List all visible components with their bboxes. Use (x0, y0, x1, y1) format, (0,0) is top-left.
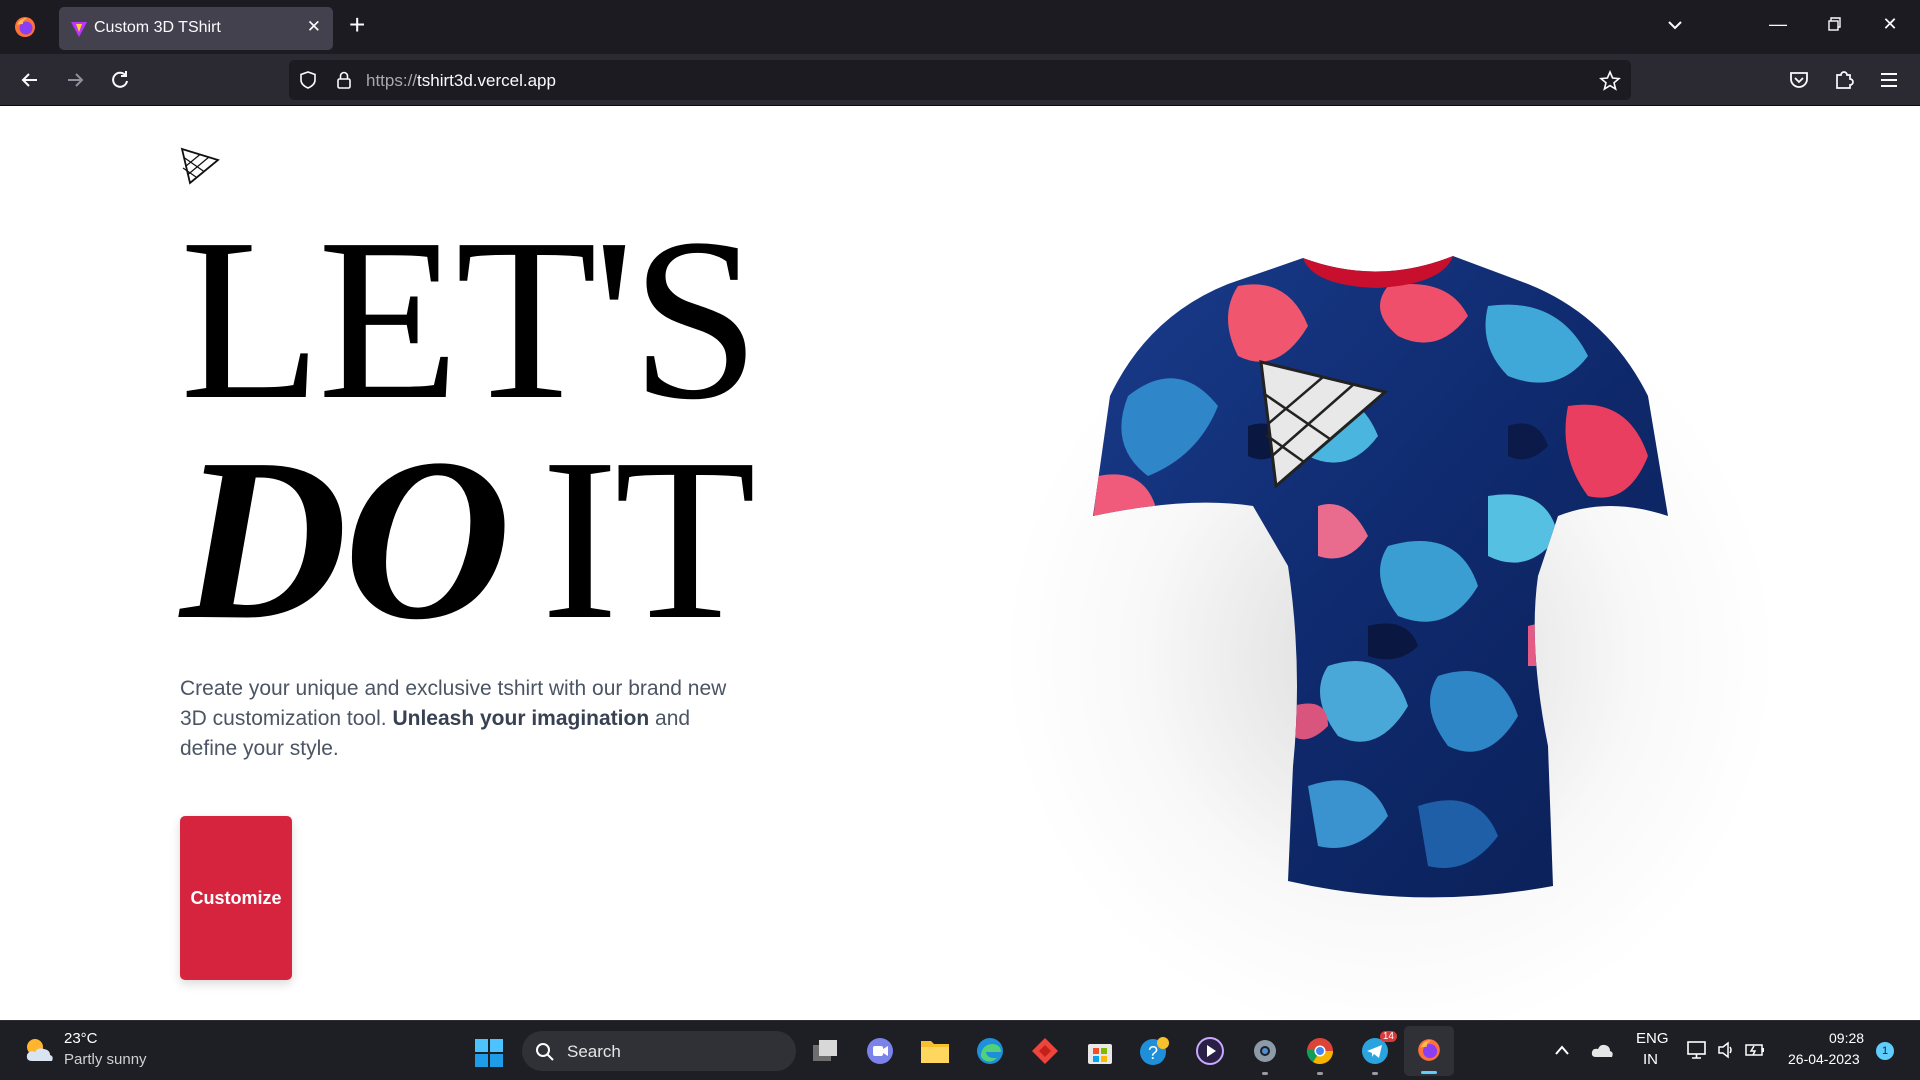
tab-bar: Custom 3D TShirt ✕ + — ✕ (0, 0, 1920, 54)
active-indicator (1421, 1071, 1437, 1074)
chrome-icon[interactable] (1302, 1033, 1338, 1075)
url-text[interactable]: https://tshirt3d.vercel.app (366, 71, 556, 91)
get-help-icon[interactable]: ? (1137, 1033, 1173, 1069)
headline-lets: LET'S (180, 191, 760, 448)
notification-count-badge[interactable]: 1 (1876, 1042, 1894, 1060)
windows-taskbar: 23°C Partly sunny Search ? 14 ENG IN 09:… (0, 1020, 1920, 1080)
search-icon (536, 1043, 554, 1061)
firefox-menu-icon[interactable] (13, 15, 37, 39)
headline-do: DO (180, 411, 511, 668)
edge-browser-icon[interactable] (972, 1033, 1008, 1069)
tab-close-icon[interactable]: ✕ (307, 17, 321, 37)
firefox-taskbar-button[interactable] (1404, 1026, 1454, 1076)
running-indicator (1262, 1072, 1268, 1075)
list-all-tabs-icon[interactable] (1664, 14, 1686, 36)
onedrive-cloud-icon[interactable] (1590, 1041, 1614, 1059)
anydesk-icon[interactable] (1027, 1033, 1063, 1069)
app-menu-icon[interactable] (1876, 67, 1902, 93)
weather-temperature[interactable]: 23°C (64, 1030, 98, 1047)
windows-start-icon[interactable] (474, 1038, 504, 1068)
url-bar[interactable]: https://tshirt3d.vercel.app (289, 60, 1631, 100)
vite-favicon-icon (71, 22, 87, 37)
settings-gear-icon[interactable] (1247, 1033, 1283, 1075)
lock-icon[interactable] (334, 70, 354, 90)
restore-icon[interactable] (1822, 12, 1846, 36)
customize-button[interactable]: Customize (180, 816, 292, 980)
tab-active[interactable]: Custom 3D TShirt ✕ (59, 7, 333, 50)
intro-paragraph: Create your unique and exclusive tshirt … (180, 677, 727, 760)
new-tab-button[interactable]: + (349, 10, 365, 40)
file-explorer-icon[interactable] (917, 1033, 953, 1069)
headline-it: IT (541, 411, 756, 668)
navigation-toolbar: https://tshirt3d.vercel.app (0, 54, 1920, 106)
clock-time[interactable]: 09:28 (1829, 1030, 1864, 1046)
minimize-icon[interactable]: — (1766, 12, 1790, 36)
bookmark-star-icon[interactable] (1599, 70, 1621, 92)
close-window-icon[interactable]: ✕ (1878, 12, 1902, 36)
back-icon[interactable] (15, 65, 45, 95)
pocket-icon[interactable] (1786, 67, 1812, 93)
extensions-icon[interactable] (1831, 67, 1857, 93)
tracking-protection-icon[interactable] (298, 70, 318, 90)
web-page: LET'S DO IT Create your unique and exclus… (0, 106, 1920, 1020)
media-player-icon[interactable] (1192, 1033, 1228, 1069)
teams-chat-icon[interactable] (862, 1033, 898, 1069)
task-view-icon[interactable] (808, 1033, 844, 1069)
tab-title: Custom 3D TShirt (94, 19, 221, 36)
microsoft-store-icon[interactable] (1082, 1033, 1118, 1069)
svg-text:?: ? (1148, 1043, 1158, 1063)
battery-charging-icon[interactable] (1744, 1040, 1766, 1060)
taskbar-search[interactable]: Search (522, 1031, 796, 1071)
telegram-icon[interactable]: 14 (1357, 1031, 1397, 1075)
running-indicator (1317, 1072, 1323, 1075)
search-label: Search (567, 1042, 621, 1061)
tshirt-3d-model[interactable] (1088, 246, 1668, 906)
running-indicator (1372, 1072, 1378, 1075)
network-icon[interactable] (1686, 1040, 1708, 1060)
weather-description[interactable]: Partly sunny (64, 1051, 147, 1068)
intro-emphasis: Unleash your imagination (392, 707, 650, 730)
language-line1[interactable]: ENG (1636, 1030, 1669, 1047)
firefox-icon (1418, 1039, 1440, 1061)
weather-partly-sunny-icon[interactable] (22, 1035, 56, 1065)
telegram-unread-badge: 14 (1379, 1031, 1397, 1042)
volume-icon[interactable] (1716, 1040, 1736, 1060)
clock-date[interactable]: 26-04-2023 (1788, 1051, 1860, 1067)
triangle-logo-icon (180, 147, 220, 185)
language-line2[interactable]: IN (1643, 1051, 1658, 1068)
show-hidden-icons-chevron-icon[interactable] (1553, 1043, 1571, 1057)
headline-do-it: DO IT (180, 424, 756, 656)
forward-icon[interactable] (60, 65, 90, 95)
reload-icon[interactable] (105, 65, 135, 95)
